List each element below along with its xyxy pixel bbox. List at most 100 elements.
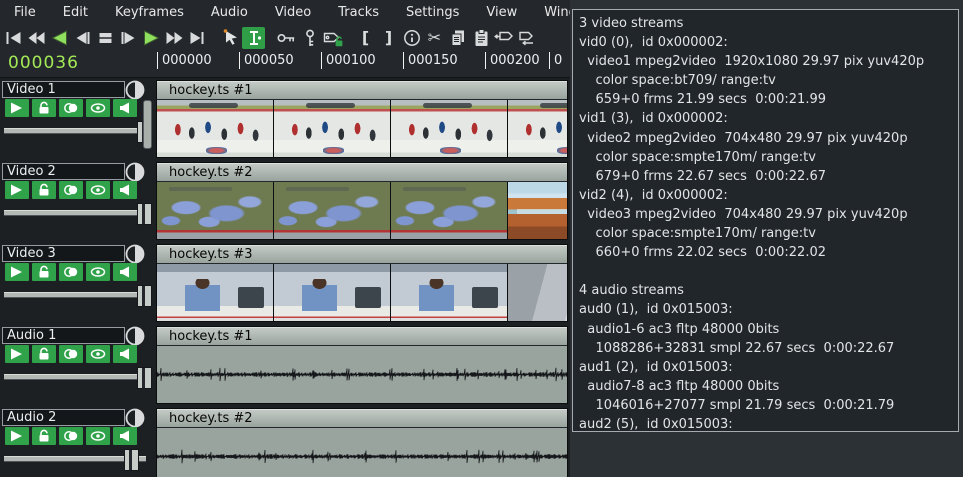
in-point-button[interactable]: [ <box>354 27 377 49</box>
paste-button[interactable] <box>469 27 492 49</box>
menu-video[interactable]: Video <box>275 5 311 20</box>
lock-labels-button[interactable] <box>321 27 344 49</box>
fade-slider[interactable] <box>4 456 146 462</box>
video-clip[interactable]: hockey.ts #1 <box>156 80 568 158</box>
drag-drop-mode-button[interactable] <box>219 27 242 49</box>
clip-title[interactable]: hockey.ts #3 <box>157 245 567 264</box>
frame-forward-button[interactable] <box>117 27 140 49</box>
mute-track-button[interactable] <box>113 181 137 199</box>
split-button[interactable]: ✂ <box>423 27 446 49</box>
play-track-button[interactable] <box>5 99 29 117</box>
video-thumbnail <box>157 100 274 157</box>
clip-title[interactable]: hockey.ts #2 <box>157 163 567 182</box>
fast-forward-button[interactable] <box>163 27 186 49</box>
menu-file[interactable]: File <box>14 5 36 20</box>
audio-clip[interactable]: hockey.ts #1 <box>156 326 568 404</box>
reverse-play-button[interactable] <box>48 27 71 49</box>
lock-track-button[interactable] <box>32 99 56 117</box>
asset-info-dialog: 3 video streams vid0 (0), id 0x000002: v… <box>570 0 963 477</box>
video-thumbnail <box>508 182 567 239</box>
draw-media-button[interactable] <box>86 345 110 363</box>
out-point-button[interactable]: ] <box>377 27 400 49</box>
gang-track-button[interactable] <box>59 263 83 281</box>
lock-track-button[interactable] <box>32 181 56 199</box>
play-track-button[interactable] <box>5 181 29 199</box>
mute-track-button[interactable] <box>113 345 137 363</box>
menu-settings[interactable]: Settings <box>406 5 459 20</box>
span-keyframes-button[interactable] <box>298 27 321 49</box>
label-next-button[interactable] <box>515 27 538 49</box>
video-thumbnails <box>157 182 567 239</box>
track-title-field[interactable]: Audio 1 <box>2 327 125 344</box>
clip-info-button[interactable] <box>400 27 423 49</box>
ruler-label: 000100 <box>326 53 376 68</box>
ruler-label: 000150 <box>408 53 458 68</box>
label-prev-button[interactable] <box>492 27 515 49</box>
track-title-field[interactable]: Video 2 <box>2 163 125 180</box>
lock-track-button[interactable] <box>32 427 56 445</box>
menu-keyframes[interactable]: Keyframes <box>115 5 184 20</box>
clip-title[interactable]: hockey.ts #1 <box>157 81 567 100</box>
clip-title[interactable]: hockey.ts #2 <box>157 409 567 428</box>
ruler-tick <box>485 52 486 69</box>
ruler-tick <box>157 52 158 69</box>
menu-bar: File Edit Keyframes Audio Video Tracks S… <box>0 0 570 25</box>
ruler-tick <box>239 52 240 69</box>
gang-track-button[interactable] <box>59 99 83 117</box>
timebar[interactable]: 000036 000000 000050 000100 000150 00020… <box>0 50 570 78</box>
mute-track-button[interactable] <box>113 263 137 281</box>
menu-view[interactable]: View <box>486 5 517 20</box>
fade-slider[interactable] <box>4 210 146 216</box>
gang-track-button[interactable] <box>59 345 83 363</box>
lock-track-button[interactable] <box>32 345 56 363</box>
patchbay-divider-handle[interactable] <box>143 100 152 149</box>
clip-title[interactable]: hockey.ts #1 <box>157 327 567 346</box>
keyframe-key-button[interactable] <box>275 27 298 49</box>
fade-slider[interactable] <box>4 374 146 380</box>
gang-track-button[interactable] <box>59 427 83 445</box>
lock-track-button[interactable] <box>32 263 56 281</box>
fade-slider-handle[interactable] <box>124 449 139 471</box>
gang-track-button[interactable] <box>59 181 83 199</box>
video-clip[interactable]: hockey.ts #3 <box>156 244 568 322</box>
cut-paste-mode-button[interactable] <box>242 27 265 49</box>
fade-slider-handle[interactable] <box>137 367 152 389</box>
video-thumbnails <box>157 100 567 157</box>
rewind-to-start-button[interactable] <box>2 27 25 49</box>
draw-media-button[interactable] <box>86 181 110 199</box>
timecode-display[interactable]: 000036 <box>8 53 79 73</box>
menu-edit[interactable]: Edit <box>63 5 88 20</box>
play-button[interactable] <box>140 27 163 49</box>
video-clip[interactable]: hockey.ts #2 <box>156 162 568 240</box>
fast-reverse-button[interactable] <box>25 27 48 49</box>
draw-media-button[interactable] <box>86 427 110 445</box>
track-title-field[interactable]: Video 3 <box>2 245 125 262</box>
video-thumbnail <box>274 264 391 321</box>
fade-slider-handle[interactable] <box>137 203 152 225</box>
menu-audio[interactable]: Audio <box>211 5 248 20</box>
mute-track-button[interactable] <box>113 99 137 117</box>
video-thumbnail <box>157 182 274 239</box>
jump-to-end-button[interactable] <box>186 27 209 49</box>
menu-tracks[interactable]: Tracks <box>338 5 379 20</box>
copy-button[interactable] <box>446 27 469 49</box>
draw-media-button[interactable] <box>86 263 110 281</box>
play-track-button[interactable] <box>5 427 29 445</box>
play-track-button[interactable] <box>5 345 29 363</box>
fade-slider[interactable] <box>4 128 146 134</box>
video-thumbnail <box>391 182 508 239</box>
video-thumbnail <box>508 100 567 157</box>
audio-waveform <box>157 428 567 477</box>
fade-slider[interactable] <box>4 292 146 298</box>
track-title-field[interactable]: Audio 2 <box>2 409 125 426</box>
video-thumbnail <box>274 182 391 239</box>
play-track-button[interactable] <box>5 263 29 281</box>
track-title-field[interactable]: Video 1 <box>2 81 125 98</box>
draw-media-button[interactable] <box>86 99 110 117</box>
frame-reverse-button[interactable] <box>71 27 94 49</box>
stop-button[interactable] <box>94 27 117 49</box>
stream-info-textbox[interactable]: 3 video streams vid0 (0), id 0x000002: v… <box>572 9 959 432</box>
mute-track-button[interactable] <box>113 427 137 445</box>
fade-slider-handle[interactable] <box>137 285 152 307</box>
audio-clip[interactable]: hockey.ts #2 <box>156 408 568 477</box>
